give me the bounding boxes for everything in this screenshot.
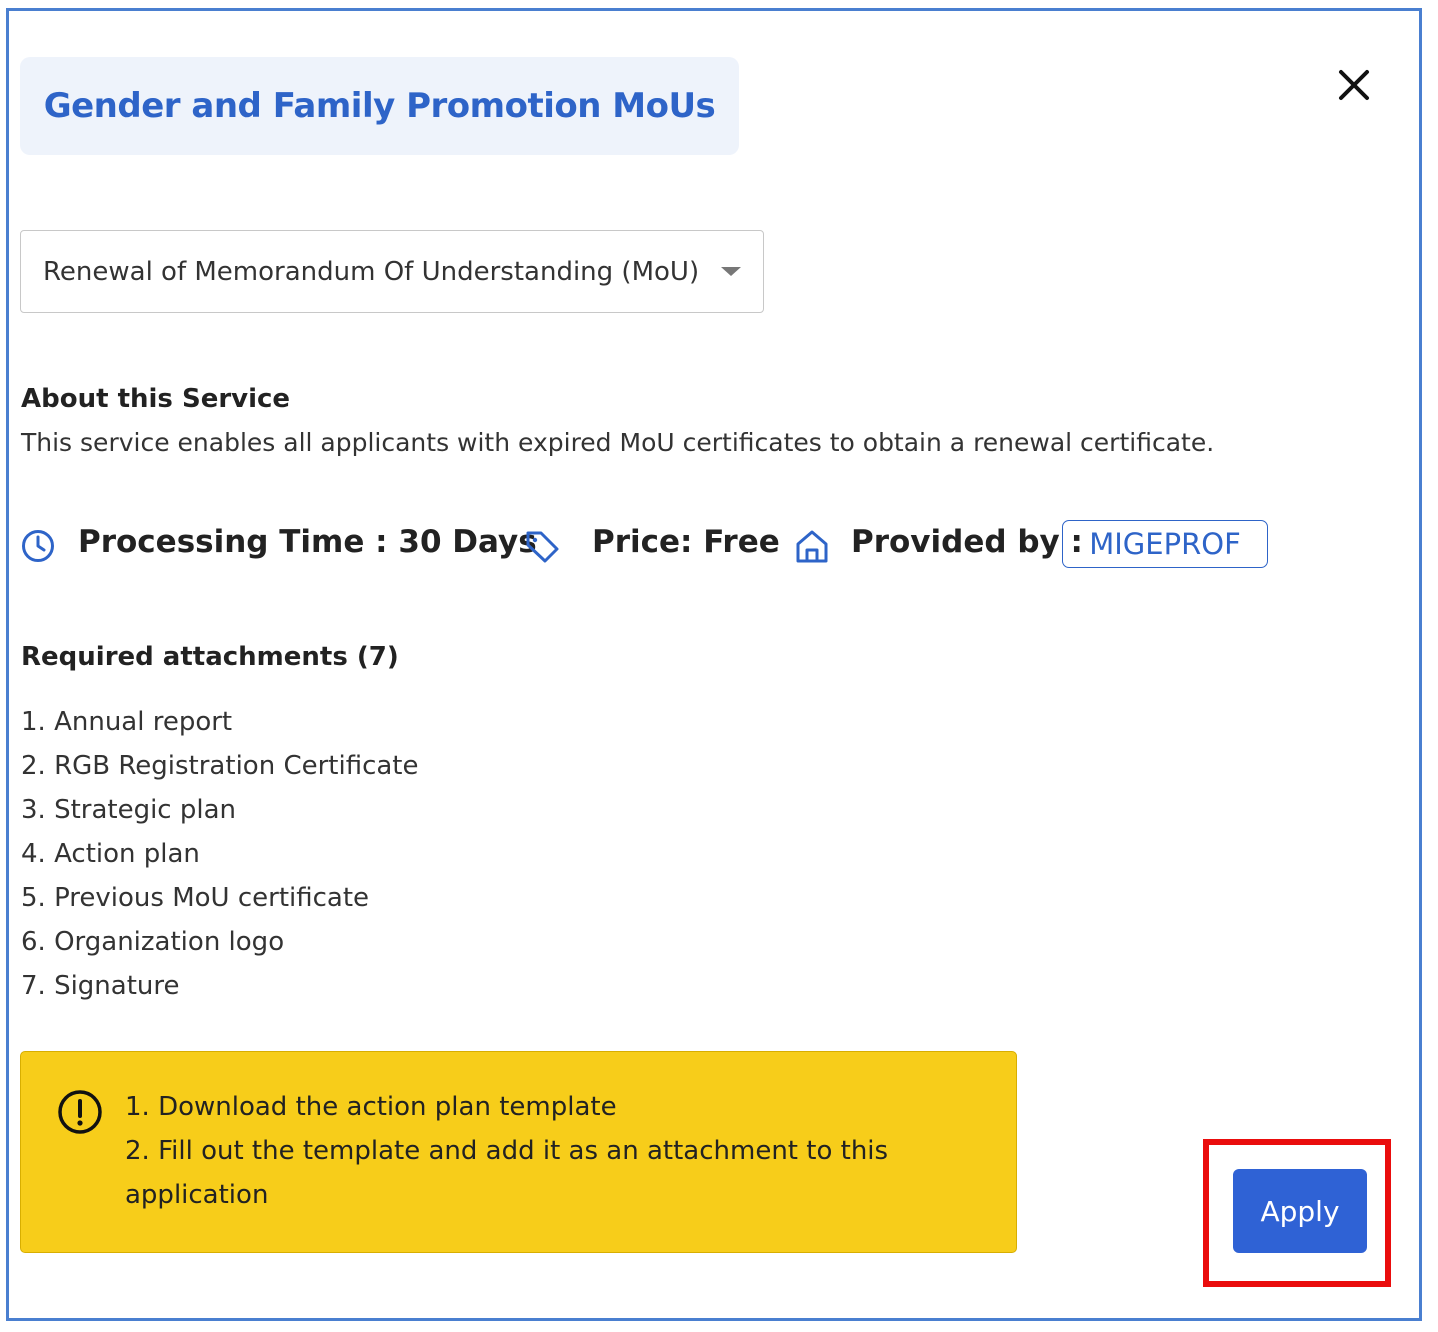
instructions-notice: 1. Download the action plan template 2. … [20, 1051, 1017, 1253]
attachment-item: 6. Organization logo [21, 927, 285, 957]
attachments-list: 1. Annual report 2. RGB Registration Cer… [21, 700, 419, 1008]
dialog-title-card: Gender and Family Promotion MoUs [20, 57, 739, 155]
attachment-item: 7. Signature [21, 971, 180, 1001]
service-meta-row: Processing Time : 30 Days Price: Free Pr… [20, 520, 1320, 570]
provider-badge[interactable]: MIGEPROF [1062, 520, 1268, 568]
price: Price: Free [592, 524, 780, 560]
caret-down-icon [721, 267, 741, 276]
provided-by-label: Provided by : [851, 524, 1083, 560]
service-type-select[interactable]: Renewal of Memorandum Of Understanding (… [20, 230, 764, 313]
attachment-item: 1. Annual report [21, 707, 233, 737]
attachment-item: 4. Action plan [21, 839, 200, 869]
about-description: This service enables all applicants with… [21, 428, 1215, 457]
alert-circle-icon [58, 1090, 102, 1134]
attachment-item: 5. Previous MoU certificate [21, 883, 370, 913]
notice-line: 1. Download the action plan template [125, 1092, 617, 1122]
clock-icon [22, 530, 54, 562]
attachment-item: 2. RGB Registration Certificate [21, 751, 419, 781]
close-icon [1339, 70, 1369, 100]
apply-button[interactable]: Apply [1233, 1169, 1367, 1253]
close-button[interactable] [1326, 58, 1382, 114]
tag-icon [526, 531, 559, 563]
attachments-heading: Required attachments (7) [21, 642, 399, 672]
about-heading: About this Service [21, 384, 291, 414]
notice-line: 2. Fill out the template and add it as a… [125, 1136, 889, 1210]
processing-time: Processing Time : 30 Days [78, 524, 537, 560]
dialog-title: Gender and Family Promotion MoUs [43, 86, 716, 126]
attachment-item: 3. Strategic plan [21, 795, 237, 825]
service-type-selected-value: Renewal of Memorandum Of Understanding (… [43, 256, 700, 287]
home-icon [796, 530, 828, 563]
